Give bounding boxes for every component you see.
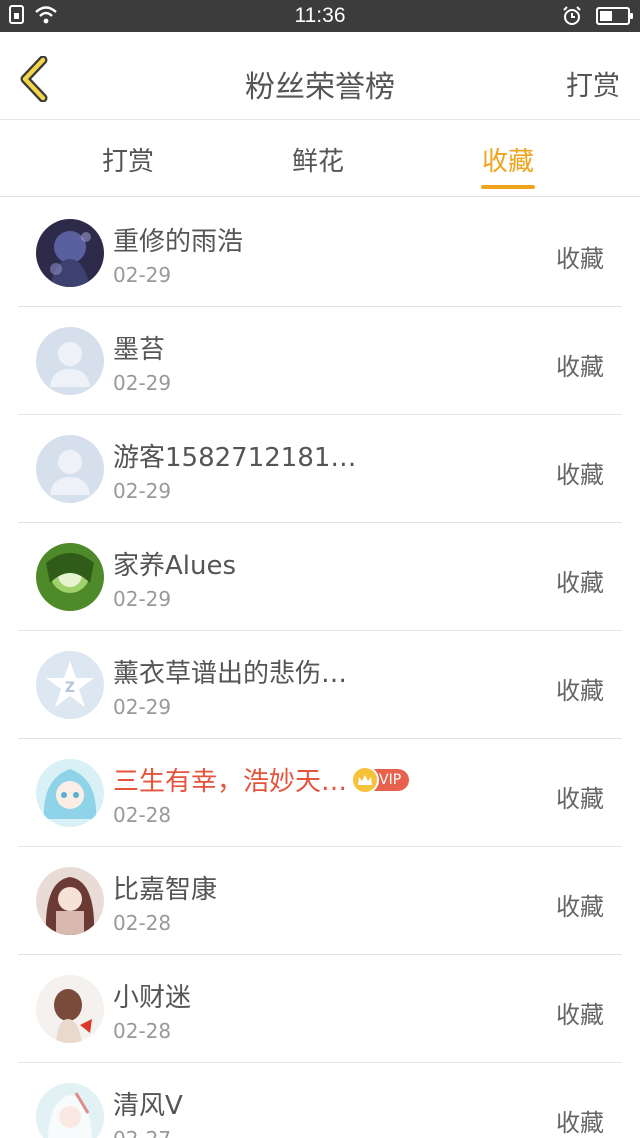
list-item[interactable]: 清风V 02-27 收藏 — [0, 1063, 640, 1138]
avatar[interactable] — [36, 543, 104, 611]
name-wrap: 游客1582712181… — [113, 437, 356, 474]
avatar[interactable] — [36, 327, 104, 395]
page-title: 粉丝荣誉榜 — [245, 70, 395, 105]
avatar[interactable] — [36, 1083, 104, 1138]
tab-bar: 打赏 鲜花 收藏 — [0, 121, 640, 197]
name-wrap: 墨苔 — [113, 329, 165, 366]
action-label: 收藏 — [556, 677, 604, 705]
status-right-icons — [562, 6, 633, 26]
favorite-date: 02-29 — [113, 263, 172, 287]
list-item[interactable]: Z 薰衣草谱出的悲伤… 02-29 收藏 — [0, 631, 640, 739]
default-avatar-icon — [36, 327, 104, 395]
list-item[interactable]: 墨苔 02-29 收藏 — [0, 307, 640, 415]
battery-icon — [596, 7, 633, 25]
fan-list: 重修的雨浩 02-29 收藏 墨苔 02-29 收藏 游客1582712181…… — [0, 199, 640, 1138]
status-time: 11:36 — [294, 4, 346, 27]
action-label: 收藏 — [556, 353, 604, 381]
name-wrap: 重修的雨浩 — [113, 221, 243, 258]
favorite-date: 02-27 — [113, 1127, 171, 1138]
vip-badge: VIP — [351, 765, 410, 794]
favorite-date: 02-29 — [113, 479, 172, 503]
user-name: 三生有幸，浩妙天… — [113, 767, 348, 797]
tab-reward[interactable]: 打赏 — [102, 141, 154, 178]
list-item[interactable]: 游客1582712181… 02-29 收藏 — [0, 415, 640, 523]
favorite-date: 02-28 — [113, 911, 172, 935]
nav-bar: 粉丝荣誉榜 打赏 — [0, 32, 640, 120]
status-bar: 11:36 — [0, 0, 640, 32]
avatar[interactable] — [36, 219, 104, 287]
avatar[interactable]: Z — [36, 651, 104, 719]
dark-anime-avatar-icon — [36, 219, 104, 287]
user-name: 重修的雨浩 — [113, 227, 244, 257]
green-anime-avatar-icon — [36, 543, 104, 611]
action-label: 收藏 — [556, 1001, 604, 1029]
user-name: 薰衣草谱出的悲伤… — [113, 659, 348, 689]
user-name: 墨苔 — [113, 335, 166, 365]
avatar[interactable] — [36, 759, 104, 827]
favorite-date: 02-29 — [113, 371, 172, 395]
default-avatar-icon — [36, 435, 104, 503]
action-label: 收藏 — [556, 569, 604, 597]
tab-label: 打赏 — [102, 147, 155, 177]
list-item[interactable]: 小财迷 02-28 收藏 — [0, 955, 640, 1063]
girl-back-avatar-icon — [36, 975, 104, 1043]
action-label: 收藏 — [556, 461, 604, 489]
list-item[interactable]: 家养Alues 02-29 收藏 — [0, 523, 640, 631]
reward-button[interactable]: 打赏 — [566, 64, 620, 103]
name-wrap: 比嘉智康 — [113, 869, 217, 906]
action-label: 收藏 — [556, 245, 604, 273]
user-name: 游客1582712181… — [113, 443, 357, 473]
vip-label: VIP — [379, 771, 402, 788]
name-wrap: 家养Alues — [113, 545, 236, 582]
favorite-date: 02-29 — [113, 587, 172, 611]
brown-hair-avatar-icon — [36, 867, 104, 935]
avatar[interactable] — [36, 435, 104, 503]
name-wrap: 薰衣草谱出的悲伤… — [113, 653, 347, 690]
tab-flowers[interactable]: 鲜花 — [292, 141, 344, 178]
favorite-date: 02-28 — [113, 803, 172, 827]
user-name: 家养Alues — [113, 551, 237, 581]
action-label: 收藏 — [556, 1109, 604, 1137]
name-wrap: 小财迷 — [113, 977, 191, 1014]
list-item[interactable]: 三生有幸，浩妙天… VIP 02-28 收藏 — [0, 739, 640, 847]
qq-star-avatar-icon: Z — [36, 651, 104, 719]
list-item[interactable]: 重修的雨浩 02-29 收藏 — [0, 199, 640, 307]
user-name: 小财迷 — [113, 983, 192, 1013]
action-label: 收藏 — [556, 893, 604, 921]
favorite-date: 02-29 — [113, 695, 172, 719]
avatar[interactable] — [36, 867, 104, 935]
tab-label: 鲜花 — [292, 147, 345, 177]
white-anime-avatar-icon — [36, 1083, 104, 1138]
blue-anime-avatar-icon — [36, 759, 104, 827]
tab-label: 收藏 — [482, 147, 535, 177]
name-wrap: 清风V — [113, 1085, 183, 1122]
svg-text:Z: Z — [65, 680, 75, 696]
user-name: 清风V — [113, 1091, 183, 1121]
name-wrap: 三生有幸，浩妙天… VIP — [113, 761, 410, 798]
alarm-icon — [563, 6, 581, 25]
favorite-date: 02-28 — [113, 1019, 172, 1043]
user-name: 比嘉智康 — [113, 875, 218, 905]
tab-favorites[interactable]: 收藏 — [481, 141, 536, 189]
avatar[interactable] — [36, 975, 104, 1043]
list-item[interactable]: 比嘉智康 02-28 收藏 — [0, 847, 640, 955]
action-label: 收藏 — [556, 785, 604, 813]
tab-active-indicator — [481, 185, 536, 189]
crown-icon — [351, 765, 380, 794]
